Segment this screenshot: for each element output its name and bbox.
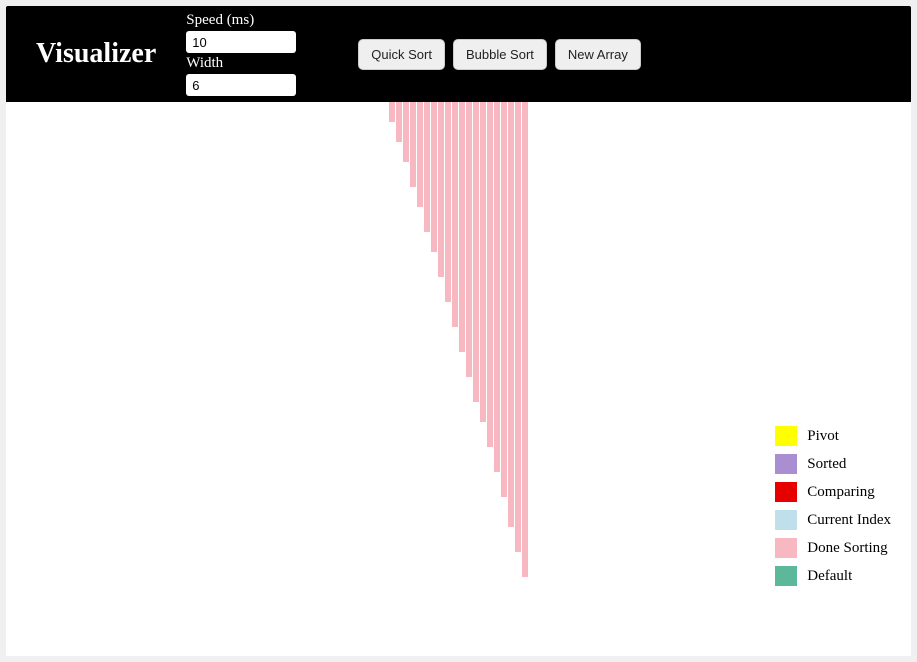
visualization-area: Pivot Sorted Comparing Current Index Done So… — [6, 102, 911, 656]
bubble-sort-button[interactable]: Bubble Sort — [453, 39, 547, 70]
controls-panel: Speed (ms) Width — [186, 12, 296, 96]
bar-container — [389, 102, 529, 577]
bar — [508, 102, 514, 527]
legend-item: Sorted — [775, 454, 891, 474]
legend-label: Done Sorting — [807, 540, 887, 557]
bar — [487, 102, 493, 447]
bar — [452, 102, 458, 327]
new-array-button[interactable]: New Array — [555, 39, 641, 70]
quick-sort-button[interactable]: Quick Sort — [358, 39, 445, 70]
width-input[interactable] — [186, 74, 296, 96]
legend-item: Comparing — [775, 482, 891, 502]
bar — [501, 102, 507, 497]
legend-label: Default — [807, 568, 852, 585]
legend-item: Done Sorting — [775, 538, 891, 558]
bar — [445, 102, 451, 302]
legend-swatch — [775, 566, 797, 586]
app-title: Visualizer — [36, 38, 156, 70]
bar — [403, 102, 409, 162]
bar — [410, 102, 416, 187]
bar — [396, 102, 402, 142]
bar — [417, 102, 423, 207]
speed-label: Speed (ms) — [186, 12, 296, 29]
bar — [494, 102, 500, 472]
legend: Pivot Sorted Comparing Current Index Done So… — [775, 426, 891, 586]
bar — [480, 102, 486, 422]
legend-swatch — [775, 454, 797, 474]
bar — [515, 102, 521, 552]
legend-swatch — [775, 510, 797, 530]
legend-label: Current Index — [807, 512, 891, 529]
bar — [459, 102, 465, 352]
legend-item: Default — [775, 566, 891, 586]
legend-label: Comparing — [807, 484, 875, 501]
button-row: Quick Sort Bubble Sort New Array — [358, 39, 641, 70]
legend-item: Current Index — [775, 510, 891, 530]
legend-label: Sorted — [807, 456, 846, 473]
legend-swatch — [775, 538, 797, 558]
bar — [466, 102, 472, 377]
bar — [389, 102, 395, 122]
bar — [431, 102, 437, 252]
legend-label: Pivot — [807, 428, 839, 445]
header-bar: Visualizer Speed (ms) Width Quick Sort B… — [6, 6, 911, 102]
bar — [438, 102, 444, 277]
width-label: Width — [186, 55, 296, 72]
bar — [424, 102, 430, 232]
bar — [473, 102, 479, 402]
app-root: Visualizer Speed (ms) Width Quick Sort B… — [6, 6, 911, 656]
legend-swatch — [775, 426, 797, 446]
legend-swatch — [775, 482, 797, 502]
legend-item: Pivot — [775, 426, 891, 446]
bar — [522, 102, 528, 577]
speed-input[interactable] — [186, 31, 296, 53]
